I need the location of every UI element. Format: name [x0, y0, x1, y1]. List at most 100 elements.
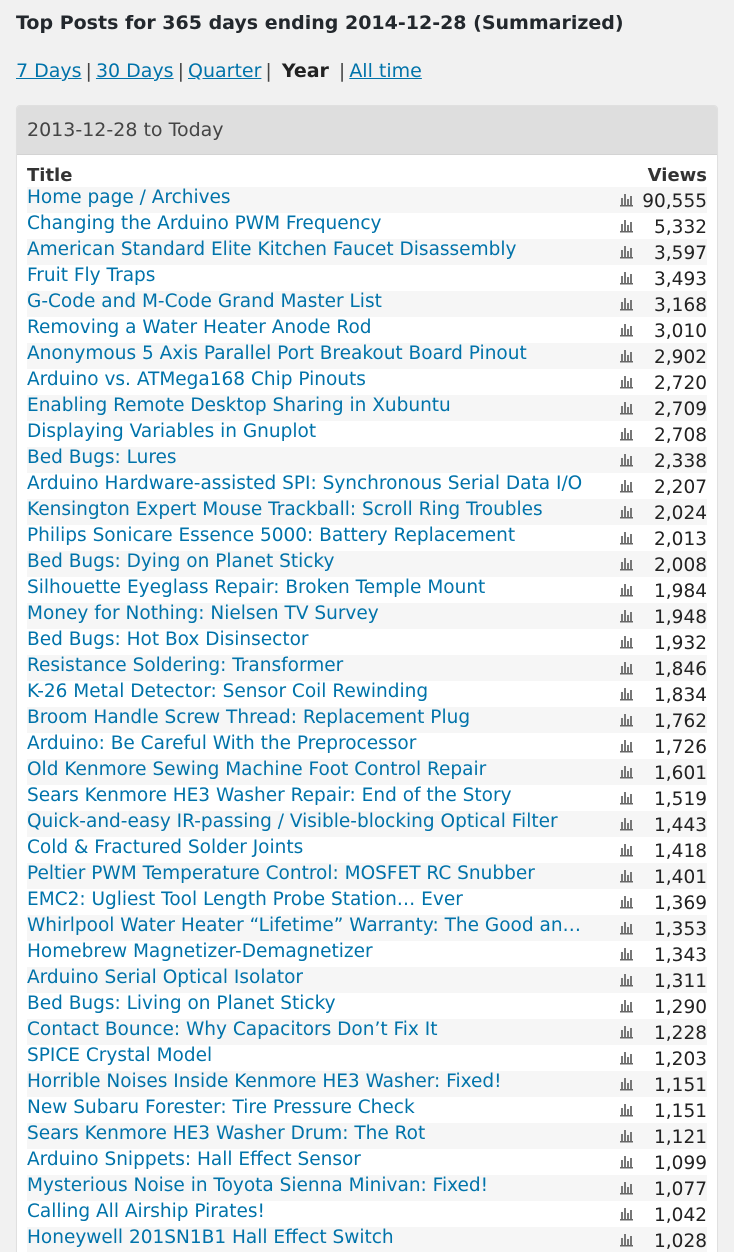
post-title-link[interactable]: K-26 Metal Detector: Sensor Coil Rewindi…	[27, 681, 607, 703]
post-title-link[interactable]: Homebrew Magnetizer-Demagnetizer	[27, 941, 607, 963]
bar-chart-icon[interactable]	[619, 244, 634, 259]
post-views-count: 1,762	[654, 711, 707, 732]
post-title-link[interactable]: Silhouette Eyeglass Repair: Broken Templ…	[27, 577, 607, 599]
bar-chart-icon[interactable]	[619, 400, 634, 415]
post-title-link[interactable]: Arduino Hardware-assisted SPI: Synchrono…	[27, 473, 607, 495]
period-link-7-days[interactable]: 7 Days	[16, 60, 82, 82]
bar-chart-icon[interactable]	[619, 790, 634, 805]
bar-chart-icon[interactable]	[619, 634, 634, 649]
bar-chart-icon[interactable]	[619, 192, 634, 207]
post-title-link[interactable]: Money for Nothing: Nielsen TV Survey	[27, 603, 607, 625]
post-title-link[interactable]: Arduino Snippets: Hall Effect Sensor	[27, 1149, 607, 1171]
bar-chart-icon[interactable]	[619, 686, 634, 701]
post-title-link[interactable]: Sears Kenmore HE3 Washer Repair: End of …	[27, 785, 607, 807]
bar-chart-icon[interactable]	[619, 946, 634, 961]
post-title-link[interactable]: Calling All Airship Pirates!	[27, 1201, 607, 1223]
bar-chart-icon[interactable]	[619, 348, 634, 363]
post-title-link[interactable]: Displaying Variables in Gnuplot	[27, 421, 607, 443]
bar-chart-icon[interactable]	[619, 374, 634, 389]
post-title-link[interactable]: Horrible Noises Inside Kenmore HE3 Washe…	[27, 1071, 607, 1093]
bar-chart-icon[interactable]	[619, 972, 634, 987]
post-views-count: 1,726	[654, 737, 707, 758]
post-title-link[interactable]: G-Code and M-Code Grand Master List	[27, 291, 607, 313]
post-title-link[interactable]: Quick-and-easy IR-passing / Visible-bloc…	[27, 811, 607, 833]
bar-chart-icon[interactable]	[619, 1102, 634, 1117]
bar-chart-icon[interactable]	[619, 1206, 634, 1221]
post-views-count: 1,418	[654, 841, 707, 862]
table-row: Philips Sonicare Essence 5000: Battery R…	[27, 525, 707, 551]
bar-chart-icon[interactable]	[619, 738, 634, 753]
bar-chart-icon[interactable]	[619, 998, 634, 1013]
post-title-link[interactable]: EMC2: Ugliest Tool Length Probe Station……	[27, 889, 607, 911]
post-views-count: 1,042	[654, 1205, 707, 1226]
period-link-all-time[interactable]: All time	[349, 60, 422, 82]
post-title-link[interactable]: Broom Handle Screw Thread: Replacement P…	[27, 707, 607, 729]
bar-chart-icon[interactable]	[619, 920, 634, 935]
bar-chart-icon[interactable]	[619, 452, 634, 467]
bar-chart-icon[interactable]	[619, 556, 634, 571]
bar-chart-icon[interactable]	[619, 322, 634, 337]
post-title-link[interactable]: Removing a Water Heater Anode Rod	[27, 317, 607, 339]
post-title-link[interactable]: Arduino vs. ATMega168 Chip Pinouts	[27, 369, 607, 391]
bar-chart-icon[interactable]	[619, 816, 634, 831]
top-posts-table: Title Views Home page / Archives 90,555 Ch…	[17, 155, 717, 1252]
bar-chart-icon[interactable]	[619, 218, 634, 233]
post-title-link[interactable]: Peltier PWM Temperature Control: MOSFET …	[27, 863, 607, 885]
bar-chart-icon[interactable]	[619, 1154, 634, 1169]
post-views-count: 3,493	[654, 269, 707, 290]
bar-chart-icon[interactable]	[619, 712, 634, 727]
post-title-link[interactable]: Contact Bounce: Why Capacitors Don’t Fix…	[27, 1019, 607, 1041]
bar-chart-icon[interactable]	[619, 1128, 634, 1143]
post-title-link[interactable]: Mysterious Noise in Toyota Sienna Miniva…	[27, 1175, 607, 1197]
post-title-link[interactable]: Honeywell 201SN1B1 Hall Effect Switch	[27, 1227, 607, 1249]
period-link-30-days[interactable]: 30 Days	[96, 60, 174, 82]
bar-chart-icon[interactable]	[619, 1232, 634, 1247]
bar-chart-icon[interactable]	[619, 478, 634, 493]
bar-chart-icon[interactable]	[619, 894, 634, 909]
bar-chart-icon[interactable]	[619, 504, 634, 519]
post-title-link[interactable]: Whirlpool Water Heater “Lifetime” Warran…	[27, 915, 607, 937]
post-title-link[interactable]: Philips Sonicare Essence 5000: Battery R…	[27, 525, 607, 547]
bar-chart-icon[interactable]	[619, 608, 634, 623]
table-row: Arduino Snippets: Hall Effect Sensor 1,09…	[27, 1149, 707, 1175]
bar-chart-icon[interactable]	[619, 1180, 634, 1195]
post-title-link[interactable]: Bed Bugs: Hot Box Disinsector	[27, 629, 607, 651]
bar-chart-icon[interactable]	[619, 270, 634, 285]
post-views-count: 1,834	[654, 685, 707, 706]
bar-chart-icon[interactable]	[619, 296, 634, 311]
post-title-link[interactable]: SPICE Crystal Model	[27, 1045, 607, 1067]
stats-page: Top Posts for 365 days ending 2014-12-28…	[0, 0, 734, 1252]
post-title-link[interactable]: Bed Bugs: Lures	[27, 447, 607, 469]
post-title-link[interactable]: Bed Bugs: Dying on Planet Sticky	[27, 551, 607, 573]
post-views-count: 1,228	[654, 1023, 707, 1044]
bar-chart-icon[interactable]	[619, 660, 634, 675]
period-link-quarter[interactable]: Quarter	[188, 60, 261, 82]
bar-chart-icon[interactable]	[619, 582, 634, 597]
post-title-link[interactable]: Arduino Serial Optical Isolator	[27, 967, 607, 989]
bar-chart-icon[interactable]	[619, 842, 634, 857]
bar-chart-icon[interactable]	[619, 426, 634, 441]
post-title-link[interactable]: Changing the Arduino PWM Frequency	[27, 213, 607, 235]
bar-chart-icon[interactable]	[619, 1024, 634, 1039]
post-title-link[interactable]: Enabling Remote Desktop Sharing in Xubun…	[27, 395, 607, 417]
bar-chart-icon[interactable]	[619, 1050, 634, 1065]
post-title-link[interactable]: Resistance Soldering: Transformer	[27, 655, 607, 677]
bar-chart-icon[interactable]	[619, 868, 634, 883]
post-title-link[interactable]: Bed Bugs: Living on Planet Sticky	[27, 993, 607, 1015]
post-title-link[interactable]: Cold & Fractured Solder Joints	[27, 837, 607, 859]
table-row: Sears Kenmore HE3 Washer Drum: The Rot 1,…	[27, 1123, 707, 1149]
bar-chart-icon[interactable]	[619, 530, 634, 545]
post-title-link[interactable]: Anonymous 5 Axis Parallel Port Breakout …	[27, 343, 607, 365]
post-title-link[interactable]: American Standard Elite Kitchen Faucet D…	[27, 239, 607, 261]
table-row: G-Code and M-Code Grand Master List 3,168	[27, 291, 707, 317]
post-title-link[interactable]: Fruit Fly Traps	[27, 265, 607, 287]
post-title-link[interactable]: Kensington Expert Mouse Trackball: Scrol…	[27, 499, 607, 521]
post-title-link[interactable]: Sears Kenmore HE3 Washer Drum: The Rot	[27, 1123, 607, 1145]
bar-chart-icon[interactable]	[619, 764, 634, 779]
post-title-link[interactable]: Old Kenmore Sewing Machine Foot Control …	[27, 759, 607, 781]
post-title-link[interactable]: New Subaru Forester: Tire Pressure Check	[27, 1097, 607, 1119]
post-title-link[interactable]: Home page / Archives	[27, 187, 607, 209]
post-title-link[interactable]: Arduino: Be Careful With the Preprocesso…	[27, 733, 607, 755]
bar-chart-icon[interactable]	[619, 1076, 634, 1091]
post-views-count: 1,401	[654, 867, 707, 888]
